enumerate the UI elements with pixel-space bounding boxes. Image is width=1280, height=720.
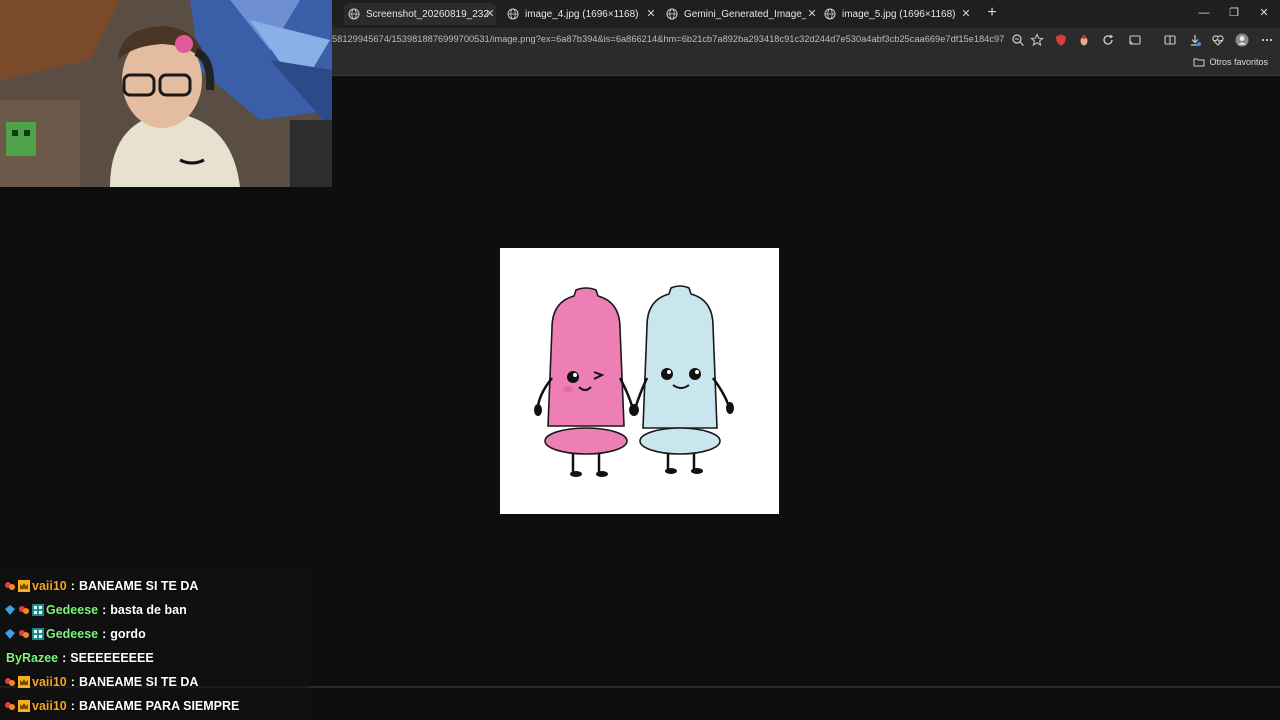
- download-icon[interactable]: [1188, 33, 1202, 47]
- more-menu-icon[interactable]: [1260, 33, 1274, 47]
- crown-badge: [18, 700, 30, 712]
- chat-message: Gedeese : basta de ban: [4, 600, 187, 620]
- shield-extension-icon[interactable]: [1054, 33, 1068, 47]
- close-tab-icon[interactable]: ✕: [806, 8, 818, 20]
- tab-title: image_4.jpg (1696×1168): [525, 8, 639, 20]
- globe-icon: [507, 8, 519, 20]
- webcam-overlay: [0, 0, 332, 187]
- restore-icon[interactable]: ❐: [1226, 6, 1242, 20]
- hearts-badge: [5, 582, 15, 590]
- hearts-badge: [5, 678, 15, 686]
- gem-badge: [5, 629, 15, 639]
- refresh-icon[interactable]: [1101, 33, 1115, 47]
- grid-badge: [32, 604, 44, 616]
- chat-separator: :: [70, 699, 75, 713]
- tab-screenshot[interactable]: Screenshot_20260819_232942_Ki ✕: [344, 3, 496, 25]
- pink-character: [534, 287, 634, 477]
- chat-username[interactable]: vaii10: [32, 699, 67, 713]
- tab-title: Screenshot_20260819_232942_Ki: [366, 8, 488, 20]
- tab-title: Gemini_Generated_Image_yw0vp: [684, 8, 806, 20]
- tab-title: image_5.jpg (1696×1168): [842, 8, 956, 20]
- minimize-icon[interactable]: —: [1196, 6, 1212, 20]
- crown-badge: [18, 580, 30, 592]
- chat-separator: :: [102, 603, 107, 617]
- tab-gemini-image[interactable]: Gemini_Generated_Image_yw0vp ✕: [666, 3, 818, 25]
- cast-icon[interactable]: [1128, 33, 1142, 47]
- chat-text: BANEAME SI TE DA: [78, 675, 199, 689]
- hearts-badge: [19, 630, 29, 638]
- cartoon-illustration: [534, 285, 734, 477]
- chat-text: BANEAME PARA SIEMPRE: [78, 699, 240, 713]
- chat-separator: :: [102, 627, 107, 641]
- chat-message: ByRazee : SEEEEEEEEE: [6, 648, 154, 668]
- blue-character: [629, 285, 734, 474]
- other-favorites-label: Otros favoritos: [1209, 57, 1268, 67]
- chat-message: vaii10 : BANEAME SI TE DA: [4, 672, 198, 692]
- globe-icon: [824, 8, 836, 20]
- chat-text: gordo: [110, 627, 146, 641]
- gem-badge: [5, 605, 15, 615]
- new-tab-button[interactable]: +: [984, 5, 1000, 21]
- folder-icon: [1193, 58, 1205, 67]
- hearts-badge: [5, 702, 15, 710]
- profile-avatar-icon[interactable]: [1235, 33, 1249, 47]
- chat-text: BANEAME SI TE DA: [78, 579, 199, 593]
- globe-icon: [348, 8, 360, 20]
- tab-image-5[interactable]: image_5.jpg (1696×1168) ✕: [824, 3, 972, 25]
- star-icon[interactable]: [1030, 33, 1044, 47]
- chat-username[interactable]: Gedeese: [46, 603, 98, 617]
- close-tab-icon[interactable]: ✕: [645, 8, 657, 20]
- zoom-icon[interactable]: [1011, 33, 1025, 47]
- chat-separator: :: [70, 675, 75, 689]
- globe-icon: [666, 8, 678, 20]
- chat-message: vaii10 : BANEAME PARA SIEMPRE: [4, 696, 239, 716]
- chat-username[interactable]: vaii10: [32, 675, 67, 689]
- chat-text: basta de ban: [110, 603, 187, 617]
- tab-image-4[interactable]: image_4.jpg (1696×1168) ✕: [507, 3, 657, 25]
- chat-separator: :: [70, 579, 75, 593]
- streamer-camera: [0, 0, 332, 187]
- other-favorites[interactable]: Otros favoritos: [1193, 57, 1268, 67]
- screen: Screenshot_20260819_232942_Ki ✕ image_4.…: [0, 0, 1280, 720]
- address-bar[interactable]: 58129945674/1539818876999700531/image.pn…: [332, 34, 1004, 48]
- hearts-badge: [19, 606, 29, 614]
- crown-badge: [18, 676, 30, 688]
- split-screen-icon[interactable]: [1163, 33, 1177, 47]
- chat-message: vaii10 : BANEAME SI TE DA: [4, 576, 198, 596]
- grid-badge: [32, 628, 44, 640]
- chat-message: Gedeese : gordo: [4, 624, 146, 644]
- heartbeat-icon[interactable]: [1211, 33, 1225, 47]
- close-window-icon[interactable]: ✕: [1256, 6, 1272, 20]
- chat-username[interactable]: Gedeese: [46, 627, 98, 641]
- chat-separator: :: [62, 651, 67, 665]
- close-tab-icon[interactable]: ✕: [484, 8, 496, 20]
- chat-username[interactable]: ByRazee: [6, 651, 58, 665]
- close-tab-icon[interactable]: ✕: [960, 8, 972, 20]
- viewed-image: [500, 248, 779, 514]
- extension-icon[interactable]: [1077, 33, 1091, 47]
- chat-overlay: vaii10 : BANEAME SI TE DA Gedeese : bast…: [0, 574, 310, 720]
- chat-text: SEEEEEEEEE: [70, 651, 154, 665]
- chat-username[interactable]: vaii10: [32, 579, 67, 593]
